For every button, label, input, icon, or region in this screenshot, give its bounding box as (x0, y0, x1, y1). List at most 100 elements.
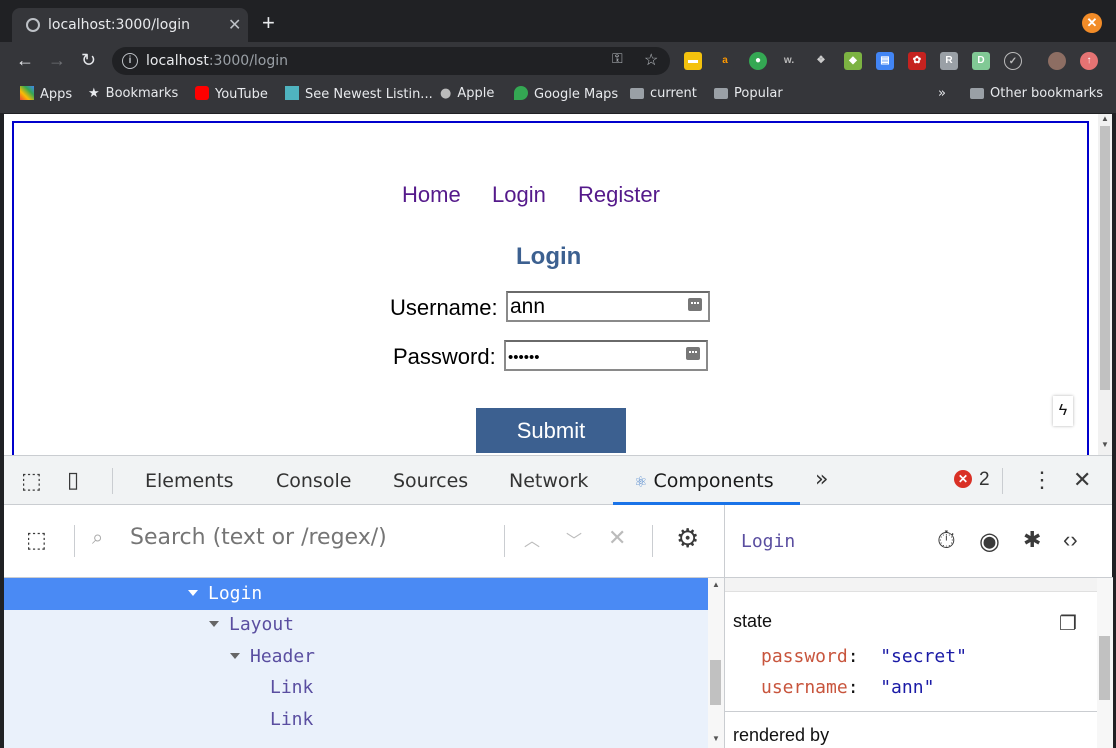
bookmark-folder-popular[interactable]: Popular (714, 86, 783, 101)
lightning-icon[interactable]: ϟ (1053, 396, 1073, 426)
settings-gear-icon[interactable]: ⚙ (676, 523, 699, 554)
youtube-icon (195, 86, 209, 100)
extension-icon[interactable]: ✿ (908, 52, 926, 70)
tree-row[interactable]: Layout (4, 609, 708, 641)
check-extension-icon[interactable]: ✓ (1004, 52, 1022, 70)
folder-icon (970, 88, 984, 99)
error-count[interactable]: 2 (979, 469, 990, 491)
extension-icon[interactable]: w. (780, 52, 798, 70)
tab-elements[interactable]: Elements (145, 470, 234, 492)
bookmarks-overflow-button[interactable]: » (938, 86, 946, 101)
tree-scrollbar[interactable]: ▲ ▼ (708, 578, 724, 748)
nav-home-link[interactable]: Home (402, 182, 461, 208)
apple-icon: ● (440, 86, 452, 101)
dropbox-extension-icon[interactable]: ❖ (812, 52, 830, 70)
bookmark-bookmarks[interactable]: ★ Bookmarks (88, 86, 178, 101)
bookmark-apple[interactable]: ● Apple (440, 86, 494, 101)
state-prop-username[interactable]: username: "ann" (761, 677, 934, 698)
device-toolbar-icon[interactable]: ▯ (67, 467, 79, 493)
new-tab-button[interactable]: + (262, 12, 275, 34)
search-input[interactable] (130, 525, 490, 550)
username-label: Username: (390, 295, 498, 320)
tab-sources[interactable]: Sources (393, 470, 468, 492)
bookmark-youtube[interactable]: YouTube (195, 86, 268, 102)
tab-network[interactable]: Network (509, 470, 588, 492)
rendered-by-label: rendered by (733, 725, 830, 745)
calendar-extension-icon[interactable]: ▤ (876, 52, 894, 70)
scrollbar-thumb[interactable] (710, 660, 721, 705)
search-icon: ⌕ (92, 527, 104, 549)
previous-result-icon[interactable]: ︿ (524, 527, 540, 551)
address-bar[interactable]: i localhost:3000/login ⚿ ☆ (112, 47, 670, 75)
house-icon (285, 86, 299, 100)
stopwatch-icon[interactable]: ⏱ (937, 527, 956, 555)
next-result-icon[interactable]: ﹀ (566, 527, 582, 551)
bookmark-listings[interactable]: See Newest Listin... (285, 86, 433, 102)
extension-icon[interactable]: ● (749, 52, 767, 70)
bookmark-apps[interactable]: Apps (20, 86, 72, 102)
browser-tab[interactable]: localhost:3000/login ✕ (12, 8, 248, 42)
back-button[interactable]: ← (16, 50, 34, 70)
clear-search-icon[interactable]: ✕ (608, 525, 626, 551)
extension-icon[interactable]: D (972, 52, 990, 70)
scroll-up-icon[interactable]: ▲ (1101, 114, 1109, 123)
kebab-menu-icon[interactable]: ⋮ (1031, 467, 1053, 493)
key-icon[interactable]: ⚿ (612, 50, 623, 67)
state-prop-password[interactable]: password: "secret" (761, 646, 967, 667)
code-icon[interactable]: ‹› (1063, 527, 1078, 553)
expand-triangle-icon[interactable] (230, 653, 240, 659)
forward-button[interactable]: → (48, 50, 66, 70)
site-info-icon[interactable]: i (122, 53, 138, 69)
bookmark-star-icon[interactable]: ☆ (644, 50, 658, 70)
bug-icon[interactable]: ✱ (1023, 527, 1041, 553)
scrollbar-thumb[interactable] (1100, 126, 1110, 390)
tree-row[interactable]: Header (4, 641, 708, 673)
bookmark-other[interactable]: Other bookmarks (970, 86, 1103, 101)
eye-icon[interactable]: ◉ (979, 527, 1000, 556)
more-tabs-button[interactable]: » (815, 467, 828, 492)
extension-icon[interactable]: ◆ (844, 52, 862, 70)
close-devtools-icon[interactable]: ✕ (1073, 467, 1091, 493)
map-pin-icon (514, 86, 528, 100)
component-search-bar: ⬚ ⌕ ︿ ﹀ ✕ ⚙ (4, 505, 724, 578)
autofill-key-icon[interactable] (688, 298, 702, 311)
extension-icon[interactable]: ▬ (684, 52, 702, 70)
expand-triangle-icon[interactable] (188, 590, 198, 596)
amazon-extension-icon[interactable]: a (716, 52, 734, 70)
scroll-down-icon[interactable]: ▼ (1101, 440, 1109, 449)
select-element-icon[interactable]: ⬚ (26, 527, 47, 553)
password-field[interactable]: •••••• (504, 340, 708, 371)
bookmarks-bar: Apps ★ Bookmarks YouTube See Newest Listi… (0, 80, 1116, 114)
tree-row[interactable]: Link (4, 672, 708, 704)
scroll-down-icon[interactable]: ▼ (712, 734, 720, 743)
scroll-up-icon[interactable]: ▲ (712, 580, 720, 589)
expand-triangle-icon[interactable] (209, 621, 219, 627)
username-field[interactable]: ann (506, 291, 710, 322)
component-inspector-pane: Login ⏱ ◉ ✱ ‹› state ❐ password: "secret… (724, 505, 1113, 748)
extension-icon[interactable]: R (940, 52, 958, 70)
scrollbar-thumb[interactable] (1099, 636, 1110, 700)
reload-button[interactable]: ↻ (81, 50, 96, 70)
devtools-tab-bar: ⬚ ▯ Elements Console Sources Network ⚛ Co… (4, 455, 1112, 505)
tab-console[interactable]: Console (276, 470, 351, 492)
autofill-key-icon[interactable] (686, 347, 700, 360)
nav-register-link[interactable]: Register (578, 182, 660, 208)
page-scrollbar[interactable]: ▲ ▼ (1098, 114, 1112, 455)
window-close-button[interactable]: ✕ (1082, 13, 1102, 33)
page-viewport: Home Login Register Login Username: ann … (4, 114, 1098, 455)
copy-icon[interactable]: ❐ (1059, 611, 1077, 636)
close-tab-icon[interactable]: ✕ (228, 15, 241, 35)
bookmark-google-maps[interactable]: Google Maps (514, 86, 618, 102)
selected-component-name: Login (741, 531, 796, 552)
nav-login-link[interactable]: Login (492, 182, 546, 208)
inspector-scrollbar[interactable] (1097, 578, 1113, 748)
inspect-element-icon[interactable]: ⬚ (21, 468, 42, 494)
tree-row[interactable]: Link (4, 704, 708, 736)
bookmark-folder-current[interactable]: current (630, 86, 697, 101)
tab-components[interactable]: ⚛ Components (634, 470, 774, 492)
submit-button[interactable]: Submit (476, 408, 626, 453)
avatar[interactable] (1048, 52, 1066, 70)
update-icon[interactable]: ↑ (1080, 52, 1098, 70)
tree-row[interactable]: Login (4, 578, 708, 610)
error-icon[interactable]: ✕ (954, 470, 972, 488)
